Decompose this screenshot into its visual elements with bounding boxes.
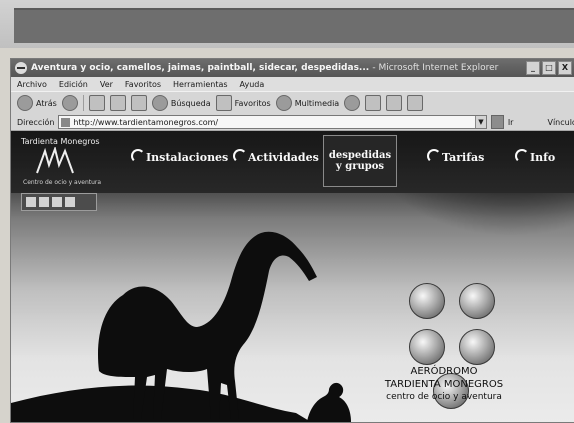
- multimedia-button[interactable]: Multimedia: [275, 95, 339, 111]
- minimize-button[interactable]: _: [526, 61, 540, 75]
- address-url: http://www.tardientamonegros.com/: [73, 117, 219, 127]
- go-button[interactable]: Ir: [508, 118, 514, 127]
- forward-arrow-icon: [61, 95, 78, 111]
- print-icon[interactable]: [386, 95, 403, 111]
- newsprint-band: [14, 8, 574, 43]
- menu-archivo[interactable]: Archivo: [17, 80, 47, 89]
- address-input[interactable]: http://www.tardientamonegros.com/ ▼: [58, 115, 487, 129]
- menu-herramientas[interactable]: Herramientas: [173, 80, 228, 89]
- maximize-button[interactable]: □: [542, 61, 556, 75]
- menu-bar: Archivo Edición Ver Favoritos Herramient…: [11, 77, 574, 91]
- forward-button[interactable]: [61, 95, 78, 111]
- refresh-icon[interactable]: [109, 95, 126, 111]
- newsprint-top: [0, 0, 574, 48]
- aerodromo-caption: AERÓDROMO TARDIENTA MONEGROS centro de o…: [384, 366, 504, 402]
- standard-toolbar: Atrás Búsqueda Favoritos Multimedia: [11, 91, 574, 115]
- go-arrow-icon[interactable]: [490, 115, 504, 129]
- home-icon[interactable]: [130, 95, 147, 111]
- address-label: Dirección: [17, 117, 55, 127]
- mail-icon[interactable]: [365, 95, 382, 111]
- history-icon[interactable]: [344, 95, 361, 111]
- star-icon: [215, 95, 232, 111]
- favorites-button[interactable]: Favoritos: [215, 95, 271, 111]
- menu-ver[interactable]: Ver: [100, 80, 113, 89]
- window-controls: _ □ X: [526, 61, 572, 75]
- edit-icon[interactable]: [407, 95, 424, 111]
- back-arrow-icon: [17, 95, 33, 111]
- back-button[interactable]: Atrás: [17, 95, 57, 111]
- links-button[interactable]: Vínculos: [547, 118, 574, 127]
- internet-explorer-icon: [15, 62, 27, 74]
- title-bar[interactable]: Aventura y ocio, camellos, jaimas, paint…: [11, 59, 574, 77]
- menu-edicion[interactable]: Edición: [59, 80, 88, 89]
- page-icon: [61, 117, 71, 127]
- search-icon: [151, 95, 168, 111]
- search-button[interactable]: Búsqueda: [151, 95, 211, 111]
- person-silhouette: [307, 382, 351, 422]
- close-button[interactable]: X: [558, 61, 572, 75]
- browser-window: Aventura y ocio, camellos, jaimas, paint…: [10, 58, 574, 423]
- chevron-down-icon[interactable]: ▼: [474, 116, 486, 128]
- stop-icon[interactable]: [88, 95, 105, 111]
- web-page: Tardienta Monegros Centro de ocio y aven…: [11, 131, 574, 422]
- toolbar-separator: [82, 95, 84, 111]
- menu-favoritos[interactable]: Favoritos: [125, 80, 161, 89]
- multimedia-icon: [275, 95, 292, 111]
- address-bar: Dirección http://www.tardientamonegros.c…: [11, 114, 574, 131]
- window-title: Aventura y ocio, camellos, jaimas, paint…: [31, 63, 499, 73]
- menu-ayuda[interactable]: Ayuda: [240, 80, 265, 89]
